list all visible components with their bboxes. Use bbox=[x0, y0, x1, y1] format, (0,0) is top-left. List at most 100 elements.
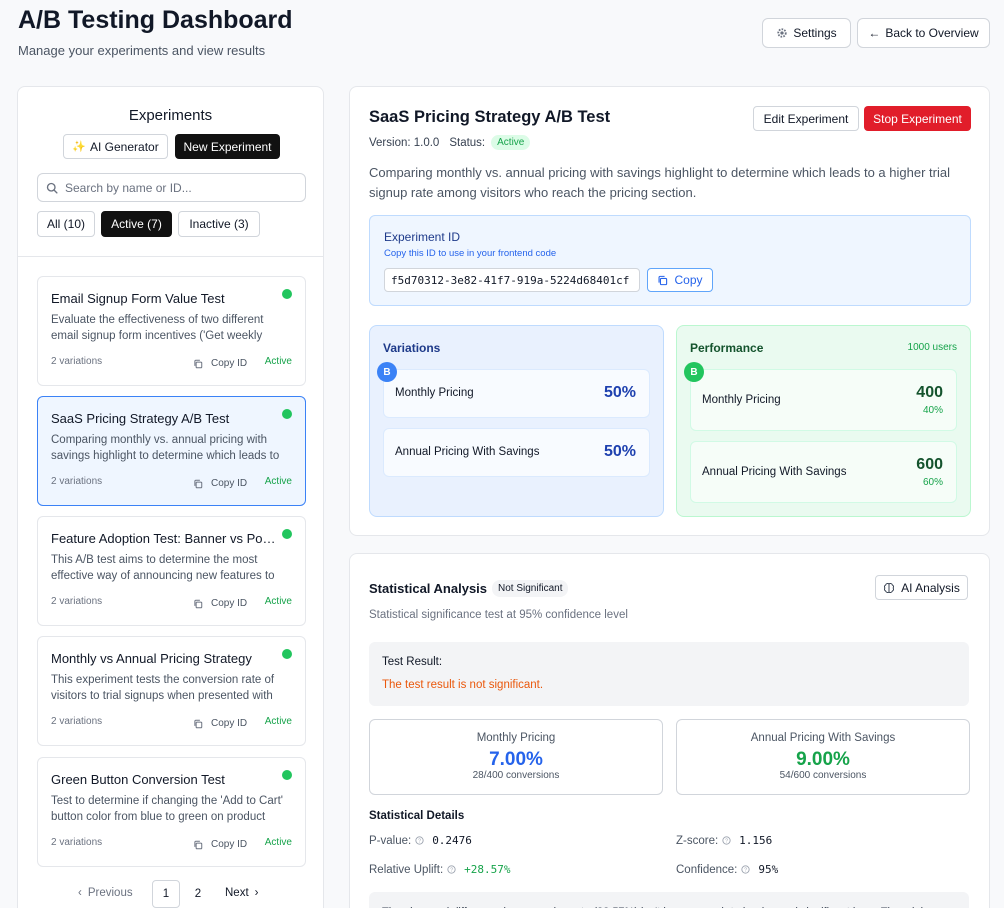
previous-page-button[interactable]: ‹ Previous bbox=[78, 887, 133, 899]
performance-row: Monthly Pricing 400 40% bbox=[690, 369, 957, 431]
filter-all[interactable]: All (10) bbox=[37, 211, 95, 237]
experiment-id-box: Experiment ID Copy this ID to use in you… bbox=[369, 215, 971, 306]
status-dot bbox=[282, 649, 292, 659]
experiment-meta: Version: 1.0.0 Status: Active bbox=[369, 135, 531, 150]
variation-row: Monthly Pricing 50% bbox=[383, 369, 650, 418]
experiment-card[interactable]: SaaS Pricing Strategy A/B Test Comparing… bbox=[37, 396, 306, 506]
experiment-description: Evaluate the effectiveness of two differ… bbox=[51, 314, 264, 342]
page-title: A/B Testing Dashboard bbox=[18, 6, 293, 34]
variations-count: 2 variations bbox=[51, 596, 103, 607]
users-count: 1000 users bbox=[907, 342, 957, 353]
variations-title: Variations bbox=[383, 341, 441, 355]
filter-active[interactable]: Active (7) bbox=[101, 211, 172, 237]
gear-icon bbox=[777, 28, 787, 38]
conversion-rate: 7.00% bbox=[489, 749, 543, 770]
copy-id-label: Copy ID bbox=[211, 839, 248, 850]
experiment-description: Comparing monthly vs. annual pricing wit… bbox=[369, 165, 950, 200]
confidence: 95% bbox=[758, 863, 779, 876]
experiment-name: Monthly vs Annual Pricing Strategy bbox=[51, 651, 252, 666]
copy-id-label: Copy ID bbox=[211, 718, 248, 729]
experiment-name: Feature Adoption Test: Banner vs Popup bbox=[51, 531, 276, 546]
z-score: 1.156 bbox=[739, 834, 773, 847]
info-icon[interactable]: ? bbox=[415, 836, 424, 845]
copy-id-button[interactable]: Copy ID bbox=[193, 478, 247, 489]
status-text: Active bbox=[264, 356, 292, 367]
p-value: 0.2476 bbox=[432, 834, 472, 847]
experiment-name: Green Button Conversion Test bbox=[51, 772, 225, 787]
status-text: Active bbox=[264, 596, 292, 607]
relative-uplift-row: Relative Uplift: ? +28.57% bbox=[369, 863, 511, 876]
status-text: Active bbox=[264, 476, 292, 487]
p-value-label: P-value: bbox=[369, 834, 412, 847]
experiment-id-title: Experiment ID bbox=[384, 230, 461, 244]
variation-name: Monthly Pricing bbox=[395, 387, 474, 399]
filter-inactive-label: Inactive (3) bbox=[189, 217, 249, 231]
z-score-row: Z-score: ? 1.156 bbox=[676, 834, 772, 847]
filter-all-label: All (10) bbox=[46, 217, 85, 231]
ai-analysis-button[interactable]: AI Analysis bbox=[875, 575, 968, 600]
confidence-row: Confidence: ? 95% bbox=[676, 863, 778, 876]
copy-icon bbox=[194, 719, 203, 728]
relative-uplift: +28.57% bbox=[464, 863, 511, 876]
experiment-description: This A/B test aims to determine the most… bbox=[51, 554, 275, 582]
status-dot bbox=[282, 289, 292, 299]
experiment-card[interactable]: Green Button Conversion Test Test to det… bbox=[37, 757, 306, 867]
experiment-card[interactable]: Email Signup Form Value Test Evaluate th… bbox=[37, 276, 306, 386]
back-to-overview-button[interactable]: ← Back to Overview bbox=[857, 18, 990, 48]
new-experiment-button[interactable]: New Experiment bbox=[175, 134, 280, 159]
copy-id-button[interactable]: Copy ID bbox=[193, 839, 247, 850]
conversion-variation-name: Monthly Pricing bbox=[476, 732, 556, 744]
variations-count: 2 variations bbox=[51, 476, 103, 487]
status-text: Active bbox=[264, 837, 292, 848]
stop-experiment-label: Stop Experiment bbox=[873, 111, 962, 126]
z-score-label: Z-score: bbox=[676, 834, 719, 847]
stop-experiment-button[interactable]: Stop Experiment bbox=[864, 106, 971, 131]
copy-id-button[interactable]: Copy bbox=[647, 268, 713, 292]
svg-text:?: ? bbox=[418, 838, 421, 844]
arrow-left-icon: ← bbox=[868, 26, 881, 40]
info-icon[interactable]: ? bbox=[741, 865, 750, 874]
experiments-sidebar: Experiments ✨ AI Generator New Experimen… bbox=[17, 86, 324, 908]
copy-label: Copy bbox=[674, 273, 703, 287]
copy-id-button[interactable]: Copy ID bbox=[193, 598, 247, 609]
new-experiment-label: New Experiment bbox=[183, 139, 272, 154]
page-2-button[interactable]: 2 bbox=[184, 880, 212, 908]
edit-experiment-button[interactable]: Edit Experiment bbox=[753, 106, 859, 131]
next-page-button[interactable]: Next › bbox=[225, 887, 259, 899]
experiment-detail-card: SaaS Pricing Strategy A/B Test Version: … bbox=[349, 86, 990, 536]
experiment-description: This experiment tests the conversion rat… bbox=[51, 674, 275, 702]
conversion-box-annual: Annual Pricing With Savings 9.00% 54/600… bbox=[676, 719, 970, 795]
page-2-label: 2 bbox=[194, 888, 202, 900]
performance-badge: B bbox=[684, 362, 704, 382]
performance-panel: Performance 1000 users B Monthly Pricing… bbox=[676, 325, 971, 517]
search-input[interactable] bbox=[65, 180, 295, 195]
variations-count: 2 variations bbox=[51, 837, 103, 848]
copy-id-label: Copy ID bbox=[211, 478, 248, 489]
variation-name: Annual Pricing With Savings bbox=[702, 466, 847, 478]
filter-inactive[interactable]: Inactive (3) bbox=[178, 211, 260, 237]
settings-button[interactable]: Settings bbox=[762, 18, 851, 48]
variations-count: 2 variations bbox=[51, 356, 103, 367]
analysis-note: The observed difference in conversion ra… bbox=[369, 892, 969, 908]
ai-analysis-label: AI Analysis bbox=[901, 580, 960, 595]
copy-icon bbox=[194, 599, 203, 608]
experiment-id-value[interactable]: f5d70312-3e82-41f7-919a-5224d68401cf bbox=[384, 268, 640, 292]
experiment-card[interactable]: Monthly vs Annual Pricing Strategy This … bbox=[37, 636, 306, 746]
statistical-analysis-subtitle: Statistical significance test at 95% con… bbox=[369, 609, 628, 621]
page-1-button[interactable]: 1 bbox=[152, 880, 180, 908]
experiment-name: Email Signup Form Value Test bbox=[51, 291, 225, 306]
variation-percent: 50% bbox=[603, 384, 636, 401]
experiment-card[interactable]: Feature Adoption Test: Banner vs Popup T… bbox=[37, 516, 306, 626]
ai-generator-button[interactable]: ✨ AI Generator bbox=[63, 134, 168, 159]
variation-count: 600 bbox=[916, 456, 943, 473]
copy-id-button[interactable]: Copy ID bbox=[193, 358, 247, 369]
info-icon[interactable]: ? bbox=[447, 865, 456, 874]
experiment-id-hint: Copy this ID to use in your frontend cod… bbox=[384, 248, 557, 259]
conversion-variation-name: Annual Pricing With Savings bbox=[750, 732, 896, 744]
copy-id-button[interactable]: Copy ID bbox=[193, 718, 247, 729]
previous-label: Previous bbox=[87, 887, 133, 899]
svg-text:?: ? bbox=[450, 867, 453, 873]
significance-badge: Not Significant bbox=[492, 580, 569, 597]
info-icon[interactable]: ? bbox=[722, 836, 731, 845]
relative-uplift-label: Relative Uplift: bbox=[369, 863, 444, 876]
